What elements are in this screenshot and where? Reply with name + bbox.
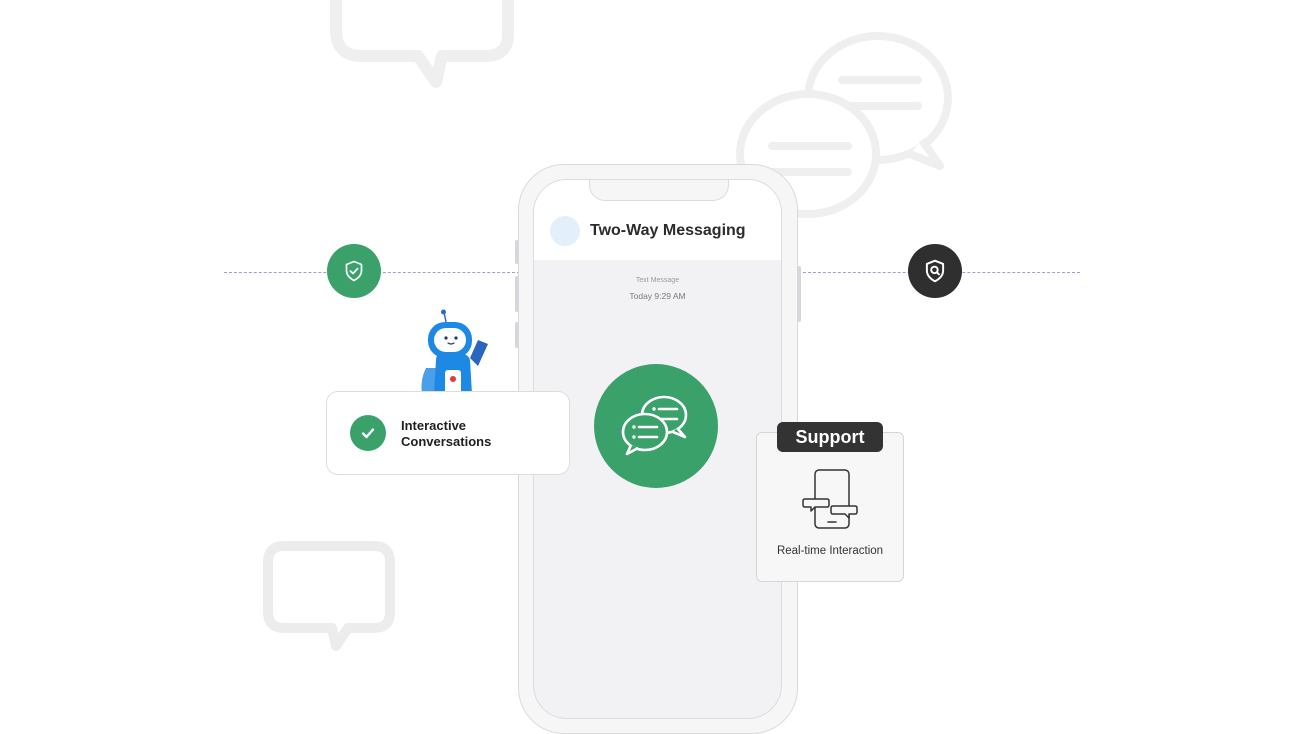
hero-illustration: Two-Way Messaging Text Message Today 9:2…: [0, 0, 1304, 734]
support-label: Real-time Interaction: [776, 545, 884, 557]
decorative-bubble-top-left-icon: [330, 0, 514, 88]
message-timestamp: Today 9:29 AM: [629, 291, 686, 301]
support-card: Real-time Interaction: [756, 432, 904, 582]
shield-search-icon: [925, 259, 945, 283]
check-badge: [350, 415, 386, 451]
phone-chat-icon: [802, 469, 858, 529]
decorative-bubble-bottom-left-icon: [263, 541, 395, 651]
contact-avatar: [550, 216, 580, 246]
check-icon: [361, 428, 375, 439]
chat-bubbles-badge: [594, 364, 718, 488]
feature-title: Interactive Conversations: [401, 418, 492, 449]
chat-bubbles-icon: [621, 395, 688, 456]
phone-notch: [589, 180, 729, 201]
support-tag: Support: [777, 422, 883, 452]
message-type-label: Text Message: [635, 277, 680, 284]
robot-mascot-icon: [421, 309, 488, 394]
interactive-conversations-card: Interactive Conversations: [326, 391, 570, 475]
shield-search-badge: [908, 244, 962, 298]
shield-check-icon: [345, 260, 363, 282]
contact-name: Two-Way Messaging: [590, 222, 746, 239]
shield-check-badge: [327, 244, 381, 298]
